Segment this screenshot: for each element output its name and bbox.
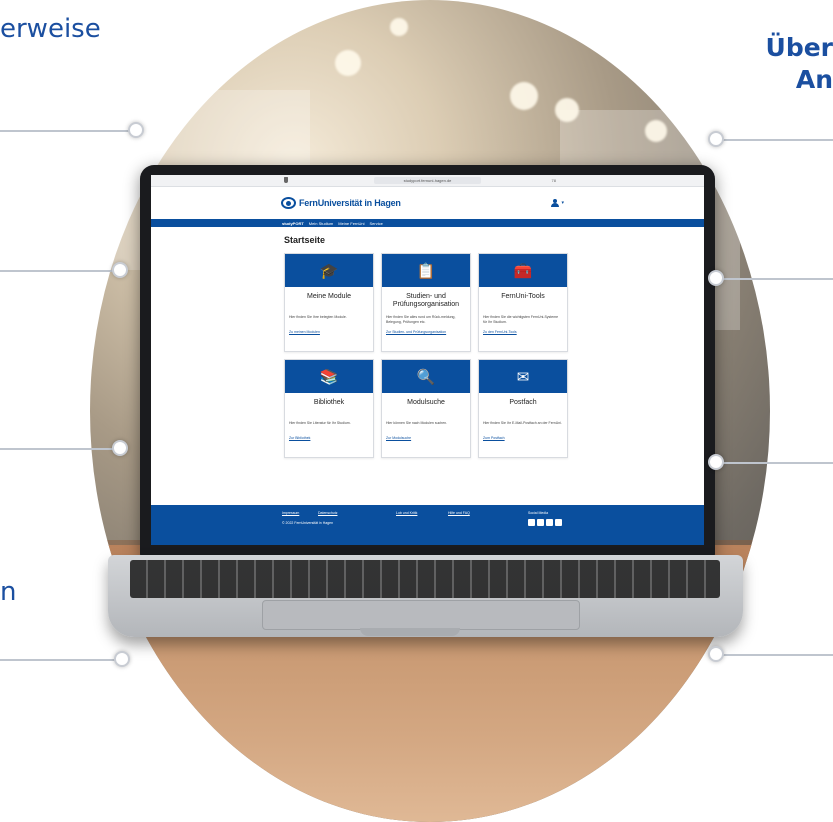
- instagram-icon[interactable]: [555, 519, 562, 526]
- graduation-icon: 🎓: [285, 254, 373, 287]
- tile-description: Hier finden Sie Ihre belegten Module.: [289, 315, 347, 319]
- tile-modulsuche[interactable]: 🔍 Modulsuche Hier können Sie nach Module…: [381, 359, 471, 458]
- tile-link[interactable]: Zu den FernUni-Tools: [479, 327, 567, 337]
- tile-fernuni-tools[interactable]: 🧰 FernUni-Tools Hier finden Sie die wich…: [478, 253, 568, 352]
- social-icons: [528, 519, 562, 526]
- tile-description: Hier finden Sie Literatur für Ihr Studiu…: [289, 421, 351, 425]
- tile-meine-module[interactable]: 🎓 Meine Module Hier finden Sie Ihre bele…: [284, 253, 374, 352]
- connector-line: [0, 448, 120, 450]
- tile-pruefungsorganisation[interactable]: 📋 Studien- und Prüfungsorganisation Hier…: [381, 253, 471, 352]
- footer-link-hilfe-faq[interactable]: Hilfe und FAQ: [448, 511, 470, 515]
- connector-dot: [708, 454, 724, 470]
- twitter-icon[interactable]: [528, 519, 535, 526]
- tile-link[interactable]: Zur Studien- und Prüfungsorganisation: [382, 327, 470, 337]
- nav-item-service[interactable]: Service: [369, 221, 382, 226]
- tile-description: Hier können Sie nach Modulen suchen.: [386, 421, 448, 425]
- footer-link-impressum[interactable]: Impressum: [282, 511, 318, 515]
- connector-dot: [708, 270, 724, 286]
- browser-address-bar: studyport.fernuni-hagen.de 78: [151, 175, 704, 187]
- books-icon: 📚: [285, 360, 373, 393]
- facebook-icon[interactable]: [537, 519, 544, 526]
- social-label: Social Media: [528, 511, 549, 515]
- tile-description: Hier finden Sie die wichtigsten FernUni-…: [483, 315, 559, 324]
- left-bottom-label: n: [0, 577, 17, 607]
- tile-link[interactable]: Zur Bibliothek: [285, 433, 373, 443]
- clipboard-icon: 📋: [382, 254, 470, 287]
- tile-title: FernUni-Tools: [501, 293, 545, 300]
- page-title: Startseite: [284, 235, 326, 245]
- bokeh-light: [335, 50, 361, 76]
- connector-dot: [114, 651, 130, 667]
- tile-description: Hier finden Sie Ihr E-Mail-Postfach an d…: [483, 421, 562, 425]
- tile-link[interactable]: Zu meinen Modulen: [285, 327, 373, 337]
- connector-line: [720, 462, 833, 464]
- connector-line: [0, 270, 120, 272]
- tile-link[interactable]: Zum Postfach: [479, 433, 567, 443]
- tile-title: Postfach: [509, 399, 537, 406]
- bokeh-light: [645, 120, 667, 142]
- tab-count[interactable]: 78: [552, 178, 556, 183]
- tile-title: Bibliothek: [313, 399, 345, 406]
- logo-text: FernUniversität in Hagen: [299, 198, 401, 208]
- tile-link[interactable]: Zur Modulsuche: [382, 433, 470, 443]
- tile-title: Modulsuche: [407, 399, 445, 406]
- connector-line: [720, 139, 833, 141]
- connector-line: [0, 659, 120, 661]
- logo-icon: [281, 197, 296, 209]
- laptop-keyboard: [130, 560, 720, 598]
- footer-link-datenschutz[interactable]: Datenschutz: [318, 511, 396, 515]
- nav-item-studyport[interactable]: studyPORT: [282, 221, 304, 226]
- youtube-icon[interactable]: [546, 519, 553, 526]
- connector-dot: [112, 262, 128, 278]
- shield-icon: [284, 177, 288, 183]
- toolbox-icon: 🧰: [479, 254, 567, 287]
- connector-dot: [128, 122, 144, 138]
- bokeh-light: [390, 18, 408, 36]
- site-header: FernUniversität in Hagen ▾: [151, 187, 704, 219]
- connector-dot: [708, 646, 724, 662]
- connector-dot: [112, 440, 128, 456]
- main-nav: studyPORT Mein Studium Meine FernUni Ser…: [151, 219, 704, 227]
- envelope-icon: ✉: [479, 360, 567, 393]
- tile-description: Hier finden Sie alles rund um Rück-meldu…: [386, 315, 456, 324]
- tile-postfach[interactable]: ✉ Postfach Hier finden Sie Ihr E-Mail-Po…: [478, 359, 568, 458]
- url-field[interactable]: studyport.fernuni-hagen.de: [373, 177, 482, 184]
- laptop-notch: [360, 628, 460, 636]
- main-content: Startseite 🎓 Meine Module Hier finden Si…: [151, 227, 704, 458]
- user-icon: [551, 199, 560, 207]
- tile-title: Meine Module: [307, 293, 351, 300]
- laptop-screen: studyport.fernuni-hagen.de 78 FernUniver…: [151, 175, 704, 545]
- connector-line: [720, 654, 833, 656]
- bokeh-light: [510, 82, 538, 110]
- tile-title: Studien- und Prüfungsorganisation: [392, 293, 460, 308]
- left-heading: erweise: [0, 14, 101, 44]
- right-heading-line2: An: [795, 65, 833, 94]
- footer-link-lob-kritik[interactable]: Lob und Kritik: [396, 511, 448, 515]
- search-icon: 🔍: [382, 360, 470, 393]
- right-heading: Über An: [766, 32, 833, 96]
- laptop-trackpad: [262, 600, 580, 630]
- connector-line: [720, 278, 833, 280]
- bokeh-light: [555, 98, 579, 122]
- footer-social: Social Media: [528, 511, 562, 526]
- nav-item-meine-fernuni[interactable]: Meine FernUni: [338, 221, 364, 226]
- connector-dot: [708, 131, 724, 147]
- right-heading-line1: Über: [765, 33, 833, 62]
- user-menu-button[interactable]: ▾: [551, 199, 564, 207]
- footer-copyright: © 2022 FernUniversität in Hagen: [282, 521, 334, 525]
- chevron-down-icon: ▾: [561, 200, 564, 206]
- connector-line: [0, 130, 136, 132]
- footer-links: Impressum Datenschutz Lob und Kritik Hil…: [282, 511, 704, 515]
- site-logo[interactable]: FernUniversität in Hagen: [281, 197, 401, 209]
- tile-grid: 🎓 Meine Module Hier finden Sie Ihre bele…: [284, 253, 704, 458]
- tile-bibliothek[interactable]: 📚 Bibliothek Hier finden Sie Literatur f…: [284, 359, 374, 458]
- site-footer: Impressum Datenschutz Lob und Kritik Hil…: [151, 505, 704, 545]
- nav-item-mein-studium[interactable]: Mein Studium: [309, 221, 333, 226]
